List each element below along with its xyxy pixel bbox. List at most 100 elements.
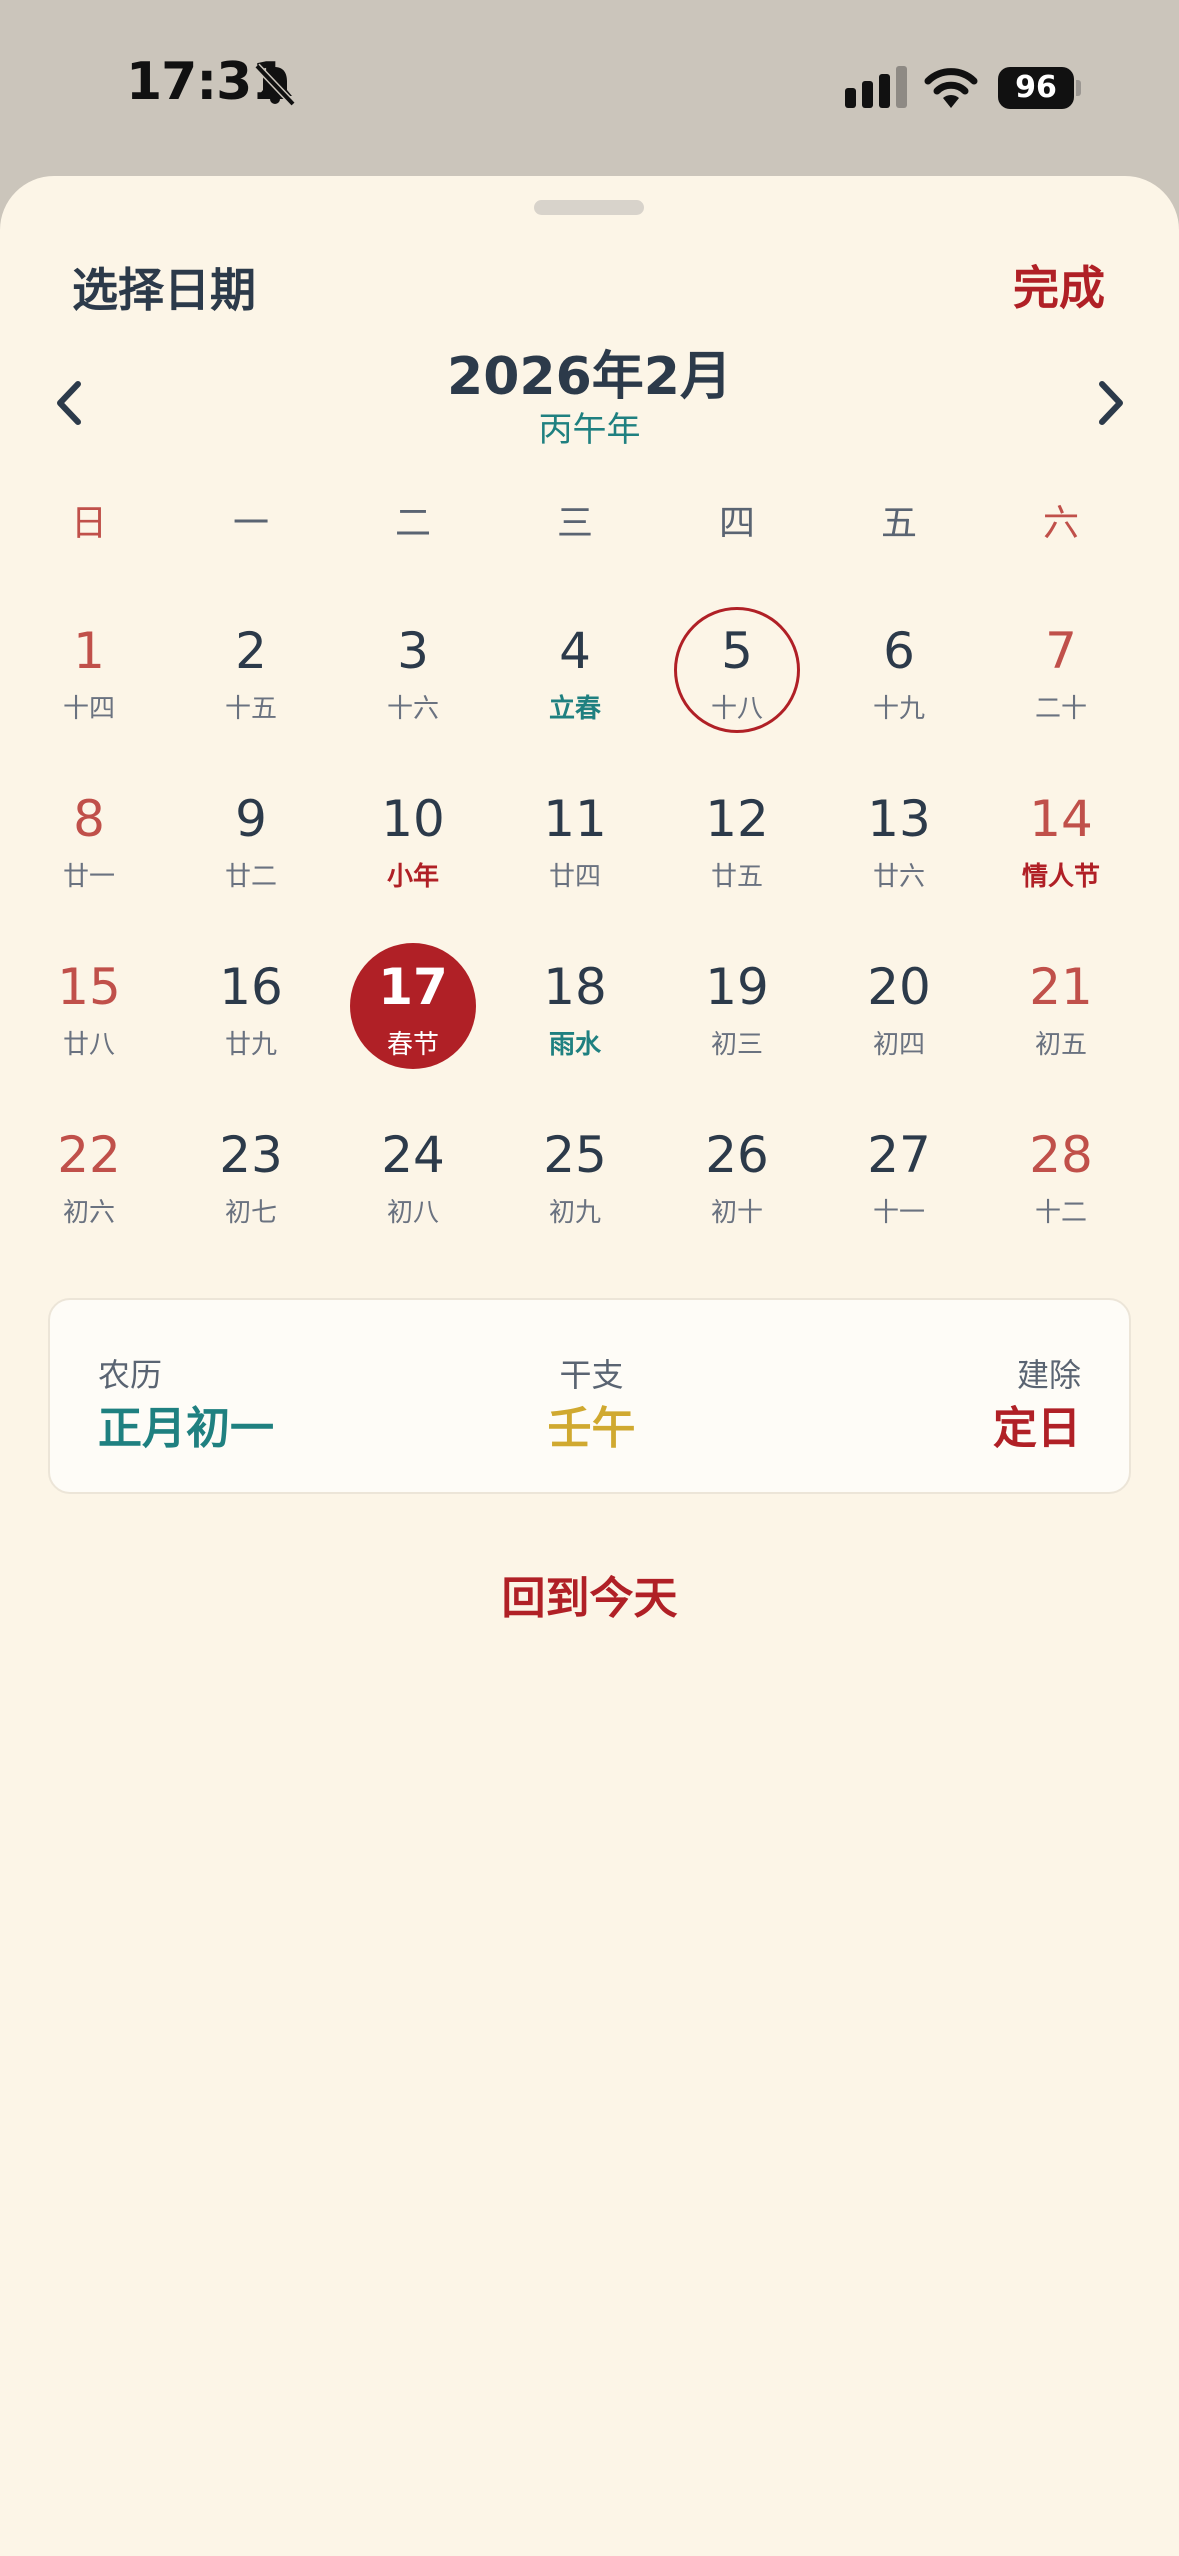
weekday-label: 一 [232, 503, 269, 544]
day-cell[interactable]: 16 廿九 [170, 938, 332, 1088]
day-number: 22 [57, 1126, 121, 1184]
day-cell[interactable]: 28 十二 [980, 1106, 1142, 1256]
ganzhi-year: 丙午年 [538, 410, 641, 450]
day-lunar-label: 初十 [710, 1198, 763, 1228]
weekday-label: 四 [718, 503, 755, 544]
day-lunar-label: 廿六 [872, 862, 925, 892]
day-lunar-label: 十九 [872, 694, 925, 724]
day-cell[interactable]: 11 廿四 [494, 770, 656, 920]
bell-slash-icon [254, 63, 296, 107]
month-title: 2026年2月 [447, 347, 732, 407]
day-number: 11 [543, 790, 607, 848]
day-lunar-label: 十二 [1034, 1198, 1087, 1228]
day-number: 10 [381, 790, 445, 848]
day-number: 3 [397, 622, 429, 680]
date-picker-sheet: 选择日期 完成 2026年2月 丙午年 日 一 二 三 四 五 六 1 十四 2 十五 3 十六 4 立春… [0, 176, 1179, 2556]
weekday-label: 六 [1042, 503, 1079, 544]
day-lunar-label: 廿二 [224, 862, 277, 892]
weekday-label: 三 [556, 503, 593, 544]
day-cell[interactable]: 6 十九 [818, 602, 980, 752]
day-number: 1 [73, 622, 105, 680]
day-number: 7 [1045, 622, 1077, 680]
day-number: 27 [867, 1126, 931, 1184]
day-lunar-label: 初四 [872, 1030, 925, 1060]
day-lunar-label: 雨水 [548, 1030, 601, 1060]
day-number: 4 [559, 622, 591, 680]
day-number: 28 [1029, 1126, 1093, 1184]
battery-indicator: 96 [998, 67, 1074, 109]
day-cell-today[interactable]: 5 十八 [656, 602, 818, 752]
back-to-today-button[interactable]: 回到今天 [0, 1562, 1179, 1626]
day-lunar-label: 初三 [710, 1030, 763, 1060]
day-cell[interactable]: 20 初四 [818, 938, 980, 1088]
date-info-card: 农历 正月初一 干支 壬午 建除 定日 [48, 1298, 1131, 1494]
day-cell[interactable]: 10 小年 [332, 770, 494, 920]
next-month-button[interactable] [1080, 368, 1140, 438]
day-cell[interactable]: 4 立春 [494, 602, 656, 752]
day-lunar-label: 初九 [548, 1198, 601, 1228]
cellular-signal-icon [845, 66, 907, 108]
day-cell[interactable]: 13 廿六 [818, 770, 980, 920]
day-cell[interactable]: 14 情人节 [980, 770, 1142, 920]
status-bar: 17:31 96 [0, 0, 1179, 175]
day-cell[interactable]: 7 二十 [980, 602, 1142, 752]
day-cell[interactable]: 21 初五 [980, 938, 1142, 1088]
day-number: 24 [381, 1126, 445, 1184]
weekday-header: 日一二三四五六 [0, 494, 1179, 554]
day-lunar-label: 十一 [872, 1198, 925, 1228]
day-cell[interactable]: 12 廿五 [656, 770, 818, 920]
jianchu-label: 建除 [1016, 1356, 1081, 1394]
day-lunar-label: 廿八 [62, 1030, 115, 1060]
day-lunar-label: 春节 [386, 1030, 439, 1060]
day-lunar-label: 初六 [62, 1198, 115, 1228]
weekday-label: 二 [394, 503, 431, 544]
day-cell[interactable]: 8 廿一 [8, 770, 170, 920]
done-button[interactable]: 完成 [1013, 252, 1105, 318]
day-cell[interactable]: 27 十一 [818, 1106, 980, 1256]
day-cell[interactable]: 3 十六 [332, 602, 494, 752]
day-number: 9 [235, 790, 267, 848]
day-lunar-label: 廿九 [224, 1030, 277, 1060]
day-lunar-label: 十四 [62, 694, 115, 724]
day-number: 16 [219, 958, 283, 1016]
day-number: 6 [883, 622, 915, 680]
day-number: 17 [378, 958, 448, 1016]
day-number: 23 [219, 1126, 283, 1184]
weekday-label: 五 [880, 503, 917, 544]
day-cell[interactable]: 23 初七 [170, 1106, 332, 1256]
day-number: 15 [57, 958, 121, 1016]
day-number: 13 [867, 790, 931, 848]
day-lunar-label: 十八 [710, 694, 763, 724]
day-cell[interactable]: 24 初八 [332, 1106, 494, 1256]
day-cell[interactable]: 18 雨水 [494, 938, 656, 1088]
day-lunar-label: 十六 [386, 694, 439, 724]
day-number: 19 [705, 958, 769, 1016]
wifi-icon [924, 68, 978, 108]
day-number: 8 [73, 790, 105, 848]
day-number: 12 [705, 790, 769, 848]
day-cell[interactable]: 22 初六 [8, 1106, 170, 1256]
day-cell[interactable]: 19 初三 [656, 938, 818, 1088]
weekday-label: 日 [70, 503, 107, 544]
day-cell-selected[interactable]: 17 春节 [332, 938, 494, 1088]
ganzhi-label: 干支 [559, 1356, 624, 1394]
day-cell[interactable]: 2 十五 [170, 602, 332, 752]
day-cell[interactable]: 15 廿八 [8, 938, 170, 1088]
sheet-title: 选择日期 [72, 263, 256, 317]
jianchu-value: 定日 [993, 1403, 1081, 1454]
day-lunar-label: 十五 [224, 694, 277, 724]
day-lunar-label: 立春 [548, 694, 601, 724]
day-cell[interactable]: 1 十四 [8, 602, 170, 752]
day-number: 21 [1029, 958, 1093, 1016]
day-lunar-label: 小年 [386, 862, 439, 892]
day-cell[interactable]: 26 初十 [656, 1106, 818, 1256]
day-cell[interactable]: 25 初九 [494, 1106, 656, 1256]
day-number: 14 [1029, 790, 1093, 848]
day-number: 20 [867, 958, 931, 1016]
day-cell[interactable]: 9 廿二 [170, 770, 332, 920]
day-lunar-label: 情人节 [1021, 862, 1100, 892]
day-lunar-label: 廿一 [62, 862, 115, 892]
sheet-grabber[interactable] [534, 200, 644, 215]
battery-tip [1076, 80, 1081, 96]
day-lunar-label: 廿五 [710, 862, 763, 892]
